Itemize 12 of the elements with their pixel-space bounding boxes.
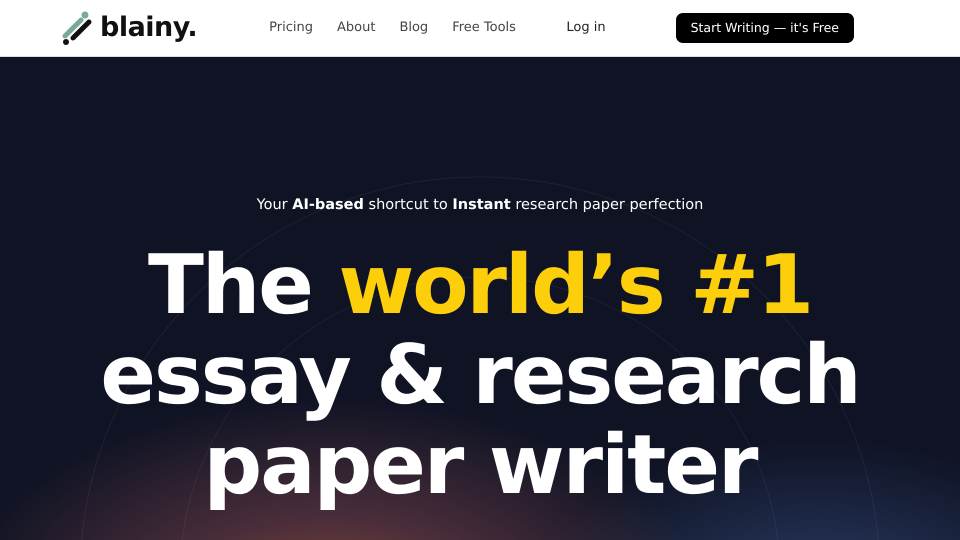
nav-link[interactable]: Pricing [269, 18, 313, 38]
tagline: Your AI-based shortcut to Instant research paper perfection [256, 196, 704, 215]
headline-line: paper writer [204, 420, 756, 511]
nav-link[interactable]: About [337, 18, 376, 38]
start-writing-button[interactable]: Start Writing — it's Free [676, 12, 854, 44]
login-link[interactable]: Log in [566, 18, 606, 38]
brand-name: blainy. [100, 10, 198, 45]
headline-line: essay & research [100, 330, 860, 421]
nav-link[interactable]: Blog [399, 18, 428, 38]
nav-link[interactable]: Free Tools [452, 18, 516, 38]
headline-line: The world’s #1 [148, 240, 812, 331]
logo-icon [60, 11, 92, 45]
